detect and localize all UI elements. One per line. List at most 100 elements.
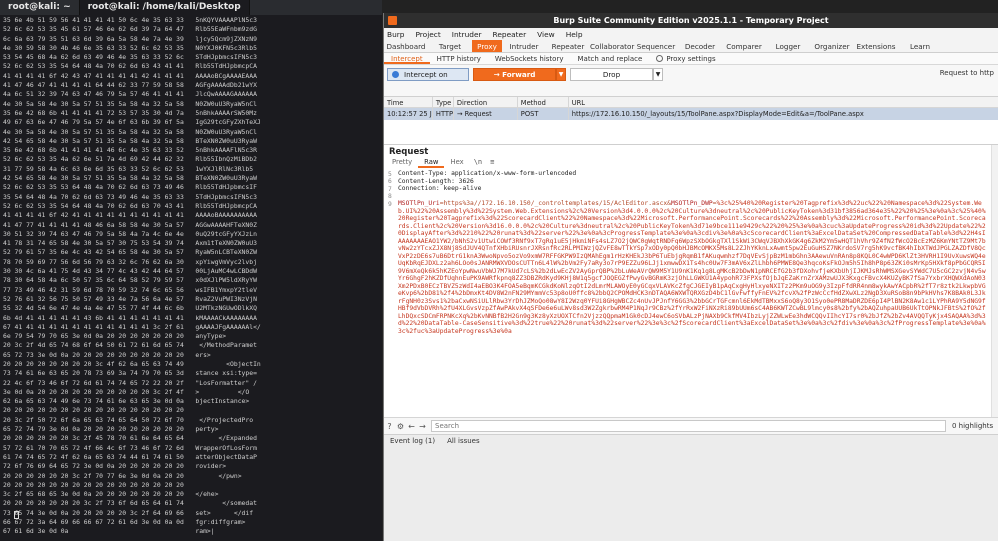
col-url[interactable]: URL xyxy=(569,97,998,107)
menu-repeater[interactable]: Repeater xyxy=(493,30,527,39)
terminal-line: 41 47 46 47 41 41 41 41 64 44 62 33 77 5… xyxy=(3,81,257,90)
tab-sequencer[interactable]: Sequencer xyxy=(634,40,678,52)
menu-intruder[interactable]: Intruder xyxy=(452,30,482,39)
menu-help[interactable]: Help xyxy=(566,30,583,39)
tab-intruder[interactable]: Intruder xyxy=(502,40,546,52)
header-content-length: Content-Length: 3626 xyxy=(398,177,474,185)
search-input[interactable] xyxy=(431,420,946,432)
settings-icon[interactable]: ⚙ xyxy=(395,422,406,431)
proxy-settings-button[interactable]: Proxy settings xyxy=(649,53,722,64)
tab-all-issues[interactable]: All issues xyxy=(441,437,486,445)
param-name: MSOTlPn_DWP xyxy=(670,200,713,207)
col-method[interactable]: Method xyxy=(518,97,569,107)
request-body[interactable]: Content-Type: application/x-www-form-url… xyxy=(398,170,986,335)
terminal-line: 65 72 73 3e 0d 0a 20 20 20 20 20 20 20 2… xyxy=(3,350,254,359)
menu-view[interactable]: View xyxy=(537,30,555,39)
intercept-table[interactable]: Time Type Direction Method URL 10:12:57 … xyxy=(384,96,998,148)
request-editor[interactable]: 5 6 7 8 9 Content-Type: application/x-ww… xyxy=(384,170,989,418)
menu-icon[interactable]: ≡ xyxy=(486,158,498,168)
terminal-line: 4e 30 59 58 30 4b 46 6e 35 63 33 52 6c 6… xyxy=(3,43,257,52)
col-direction[interactable]: Direction xyxy=(454,97,518,107)
terminal-line: 4e 30 5a 58 4e 30 5a 57 51 35 5a 58 4a 3… xyxy=(3,99,257,108)
terminal-line: 20 20 20 20 20 20 3c 2f 45 78 70 61 6e 6… xyxy=(3,434,257,443)
help-icon[interactable]: ? xyxy=(384,422,395,431)
forward-icon[interactable]: → xyxy=(417,422,428,431)
gear-icon xyxy=(656,55,664,62)
tab-extensions[interactable]: Extensions xyxy=(854,40,898,52)
terminal-cursor xyxy=(14,511,19,519)
back-icon[interactable]: ← xyxy=(406,422,417,431)
terminal-line: 20 20 20 20 20 20 20 20 20 20 20 20 20 2… xyxy=(3,406,257,415)
terminal-line: 41 78 31 74 65 58 4e 30 5a 57 30 75 53 5… xyxy=(3,239,257,248)
col-time[interactable]: Time xyxy=(384,97,433,107)
terminal-line: 57 72 61 70 70 65 72 4f 66 4c 6f 73 46 6… xyxy=(3,443,257,452)
terminal-line: 4e 30 5a 58 4e 30 5a 57 51 35 5a 58 4a 3… xyxy=(3,127,257,136)
terminal-line: 6b 4d 41 41 41 41 41 43 6b 41 41 41 41 4… xyxy=(3,313,257,322)
tab-organizer[interactable]: Organizer xyxy=(810,40,854,52)
row-time: 10:12:57 25 Ju... xyxy=(384,108,433,120)
tab-decoder[interactable]: Decoder xyxy=(678,40,722,52)
row-type: HTTP xyxy=(433,108,454,120)
menu-project[interactable]: Project xyxy=(415,30,440,39)
tab-logger[interactable]: Logger xyxy=(766,40,810,52)
bottom-panel xyxy=(384,447,998,541)
editor-scrollbar[interactable] xyxy=(991,145,998,418)
terminal-line: 42 54 65 58 4e 30 5a 57 51 35 5a 58 4a 3… xyxy=(3,136,257,145)
forward-button[interactable]: → Forward xyxy=(473,67,556,81)
header-connection: Connection: keep-alive xyxy=(398,185,482,192)
tab-dashboard[interactable]: Dashboard xyxy=(384,40,428,52)
terminal-output[interactable]: 35 6e 4b 51 59 56 41 41 41 41 50 6c 4e 3… xyxy=(0,15,382,541)
tab-target[interactable]: Target xyxy=(428,40,472,52)
line-number: 9 xyxy=(388,201,392,208)
terminal-line: 31 77 59 58 4a 6c 63 6e 6d 35 63 33 52 6… xyxy=(3,164,254,173)
subtab-websockets-history[interactable]: WebSockets history xyxy=(488,53,571,64)
terminal-line: 20 20 20 20 20 20 20 3c 2f 73 6f 6d 65 6… xyxy=(3,499,257,508)
col-type[interactable]: Type xyxy=(433,97,454,107)
subtab-intercept[interactable]: Intercept xyxy=(384,53,430,64)
request-view-tabs: Pretty Raw Hex \n ≡ xyxy=(384,158,998,168)
terminal-line: 52 76 61 32 56 75 50 57 49 33 4e 7a 56 6… xyxy=(3,294,257,303)
encoded-payload: %3c%25%40%20Register%20Tagprefix%3d%22uc… xyxy=(398,200,986,335)
line-number: 7 xyxy=(388,186,392,193)
intercept-label: Intercept on xyxy=(404,69,448,79)
terminal-line: 41 41 41 41 6f 42 41 41 41 41 41 41 41 4… xyxy=(3,211,257,220)
drop-button[interactable]: Drop xyxy=(570,67,653,81)
terminal-line: 52 6c 62 53 35 54 64 48 4a 70 62 6d 63 7… xyxy=(3,201,257,210)
intercept-controls: Intercept on → Forward ▼ Drop ▼ Request … xyxy=(384,65,998,83)
forward-dropdown-button[interactable]: ▼ xyxy=(556,67,566,81)
subtab-http-history[interactable]: HTTP history xyxy=(430,53,488,64)
menu-burp[interactable]: Burp xyxy=(387,30,404,39)
terminal-line: 6c 6a 63 79 35 51 63 6d 39 6a 5a 58 4e 7… xyxy=(3,34,257,43)
terminal-line: 22 4c 6f 73 46 6f 72 6d 61 74 74 65 72 2… xyxy=(3,378,257,387)
view-tab-hex[interactable]: Hex xyxy=(444,158,469,168)
terminal-line: 35 54 64 48 4a 70 62 6d 63 73 49 46 4e 3… xyxy=(3,192,257,201)
burp-window[interactable]: Burp Suite Community Edition v2025.1.1 -… xyxy=(383,13,998,541)
view-tab-pretty[interactable]: Pretty xyxy=(386,158,418,168)
terminal-line: 41 47 77 41 41 41 41 48 46 6a 58 58 4e 3… xyxy=(3,220,257,229)
tab-collaborator[interactable]: Collaborator xyxy=(590,40,634,52)
view-tab-raw[interactable]: Raw xyxy=(418,158,445,168)
drop-dropdown-button[interactable]: ▼ xyxy=(653,67,663,81)
tab-proxy[interactable]: Proxy xyxy=(472,40,502,52)
terminal-line: 4a 6c 51 32 39 74 63 47 46 79 5a 57 46 4… xyxy=(3,90,257,99)
tab-comparer[interactable]: Comparer xyxy=(722,40,766,52)
tab-repeater[interactable]: Repeater xyxy=(546,40,590,52)
terminal-tab-bar: root@kali: ~ root@kali: /home/kali/Deskt… xyxy=(0,0,382,15)
tab-learn[interactable]: Learn xyxy=(898,40,942,52)
intercept-toggle-button[interactable]: Intercept on xyxy=(387,67,469,81)
terminal-tab-desktop[interactable]: root@kali: /home/kali/Desktop xyxy=(79,0,250,15)
proxy-subtabs: Intercept HTTP history WebSockets histor… xyxy=(384,53,998,65)
terminal-window[interactable]: root@kali: ~ root@kali: /home/kali/Deskt… xyxy=(0,0,382,541)
tab-event-log[interactable]: Event log (1) xyxy=(384,437,441,445)
search-bar: ? ⚙ ← → 0 highlights xyxy=(384,417,998,434)
newline-toggle-icon[interactable]: \n xyxy=(470,158,486,168)
drop-label: Drop xyxy=(602,69,621,79)
highlights-count: 0 highlights xyxy=(952,422,994,430)
terminal-tab-home[interactable]: root@kali: ~ xyxy=(0,0,80,15)
subtab-match-and-replace[interactable]: Match and replace xyxy=(570,53,649,64)
table-row[interactable]: 10:12:57 25 Ju... HTTP → Request POST ht… xyxy=(384,108,998,120)
row-direction: → Request xyxy=(454,108,518,120)
body-line: MSOTlPn_Uri=https%3a//172.16.10.150/_con… xyxy=(398,200,986,335)
terminal-line: 52 6c 62 53 35 4a 62 6e 51 7a 4d 69 42 4… xyxy=(3,155,257,164)
